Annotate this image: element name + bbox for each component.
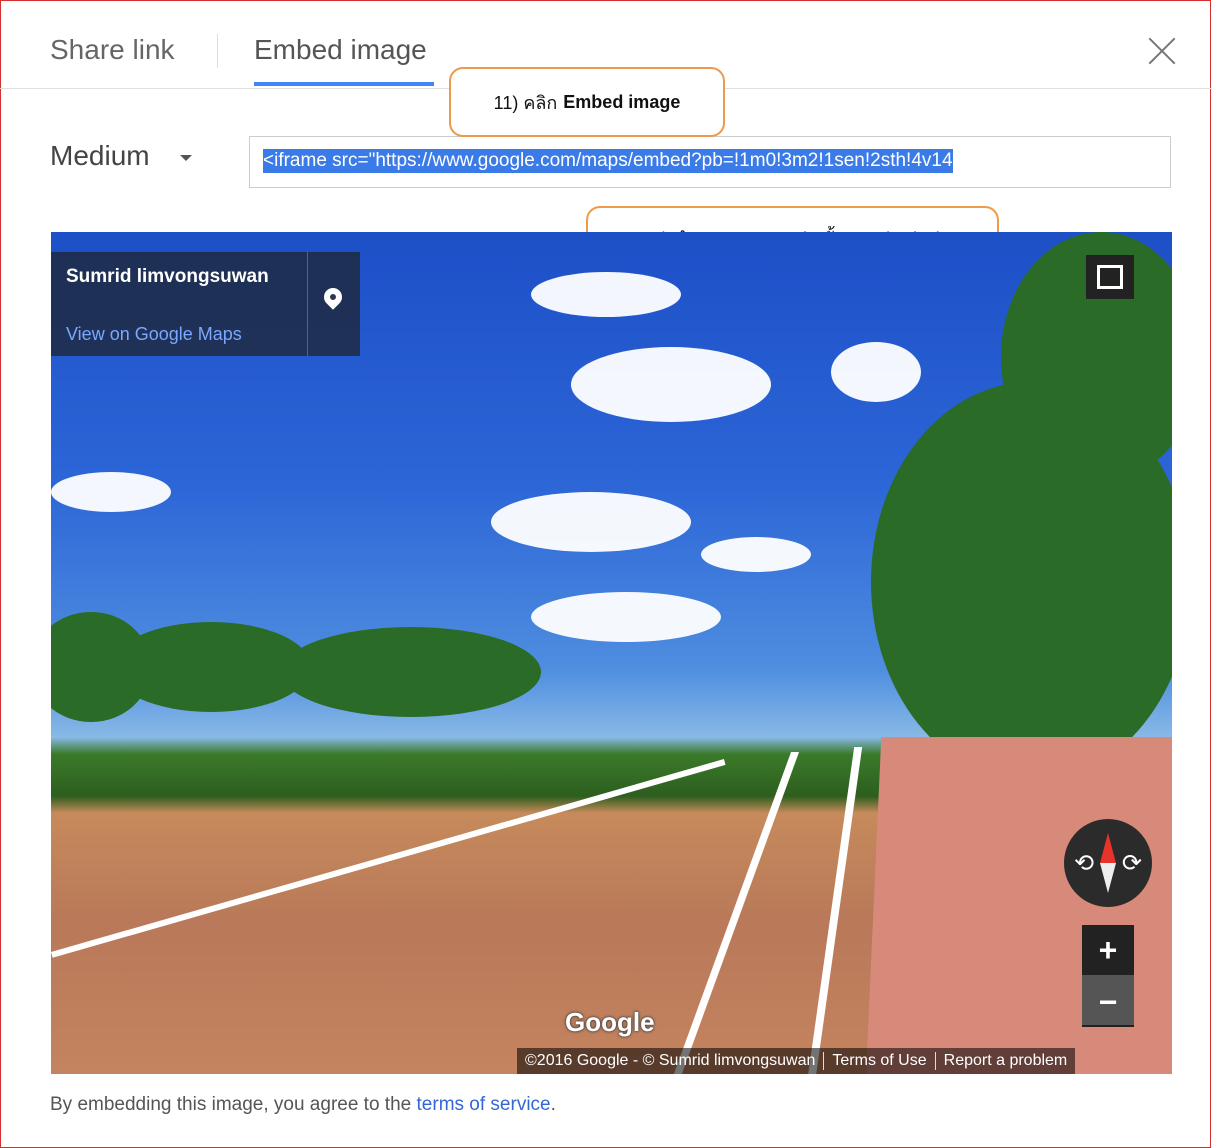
cloud xyxy=(701,537,811,572)
card-divider xyxy=(307,252,308,356)
author-name[interactable]: Sumrid limvongsuwan xyxy=(66,266,269,288)
road-marking xyxy=(51,759,726,958)
street-view-preview[interactable]: Sumrid limvongsuwan View on Google Maps … xyxy=(51,232,1172,1074)
size-dropdown[interactable]: Medium xyxy=(50,140,150,172)
tab-embed-image[interactable]: Embed image xyxy=(254,34,427,66)
terms-of-service-link[interactable]: terms of service xyxy=(417,1094,551,1115)
rotate-right-icon[interactable]: ⟳ xyxy=(1122,849,1142,878)
zoom-control: + − xyxy=(1082,925,1134,1027)
report-problem-link[interactable]: Report a problem xyxy=(936,1052,1076,1070)
cloud xyxy=(531,272,681,317)
close-icon[interactable] xyxy=(1147,36,1177,66)
compass-needle-north xyxy=(1100,833,1116,863)
terms-notice-text: By embedding this image, you agree to th… xyxy=(50,1094,412,1115)
tab-share-link[interactable]: Share link xyxy=(50,34,175,66)
callout-step-11-prefix: 11) คลิก xyxy=(493,92,558,113)
rotate-left-icon[interactable]: ⟲ xyxy=(1074,849,1094,878)
road-marking xyxy=(670,752,800,1074)
embed-code-text[interactable]: <iframe src="https://www.google.com/maps… xyxy=(263,149,953,173)
road-marking xyxy=(807,747,863,1074)
cloud xyxy=(491,492,691,552)
cloud xyxy=(531,592,721,642)
cloud xyxy=(831,342,921,402)
terms-notice-end: . xyxy=(550,1094,556,1115)
fullscreen-icon[interactable] xyxy=(1086,255,1134,299)
google-logo: Google xyxy=(565,1007,655,1037)
callout-step-11-bold: Embed image xyxy=(563,91,681,112)
fullscreen-corner xyxy=(1110,276,1123,289)
fullscreen-corner xyxy=(1097,276,1110,289)
compass-needle-south xyxy=(1100,863,1116,893)
terms-of-use-link[interactable]: Terms of Use xyxy=(824,1052,934,1070)
tree xyxy=(281,627,541,717)
tab-divider xyxy=(217,34,218,68)
compass-icon[interactable]: ⟲ ⟳ xyxy=(1064,819,1152,907)
cloud xyxy=(51,472,171,512)
map-footer: ©2016 Google - © Sumrid limvongsuwan Ter… xyxy=(517,1048,1076,1074)
zoom-in-button[interactable]: + xyxy=(1082,925,1134,975)
zoom-out-button[interactable]: − xyxy=(1082,977,1134,1027)
map-pin-icon[interactable] xyxy=(320,284,346,310)
callout-step-11: 11) คลิก Embed image xyxy=(449,67,725,137)
view-on-google-maps-link[interactable]: View on Google Maps xyxy=(66,324,242,345)
chevron-down-icon[interactable] xyxy=(180,155,192,161)
copyright-text: ©2016 Google - © Sumrid limvongsuwan xyxy=(525,1052,816,1069)
author-card: Sumrid limvongsuwan View on Google Maps xyxy=(51,252,360,356)
embed-code-field[interactable]: <iframe src="https://www.google.com/maps… xyxy=(249,136,1171,188)
active-tab-indicator xyxy=(254,82,434,86)
terms-notice: By embedding this image, you agree to th… xyxy=(50,1094,556,1116)
cloud xyxy=(571,347,771,422)
